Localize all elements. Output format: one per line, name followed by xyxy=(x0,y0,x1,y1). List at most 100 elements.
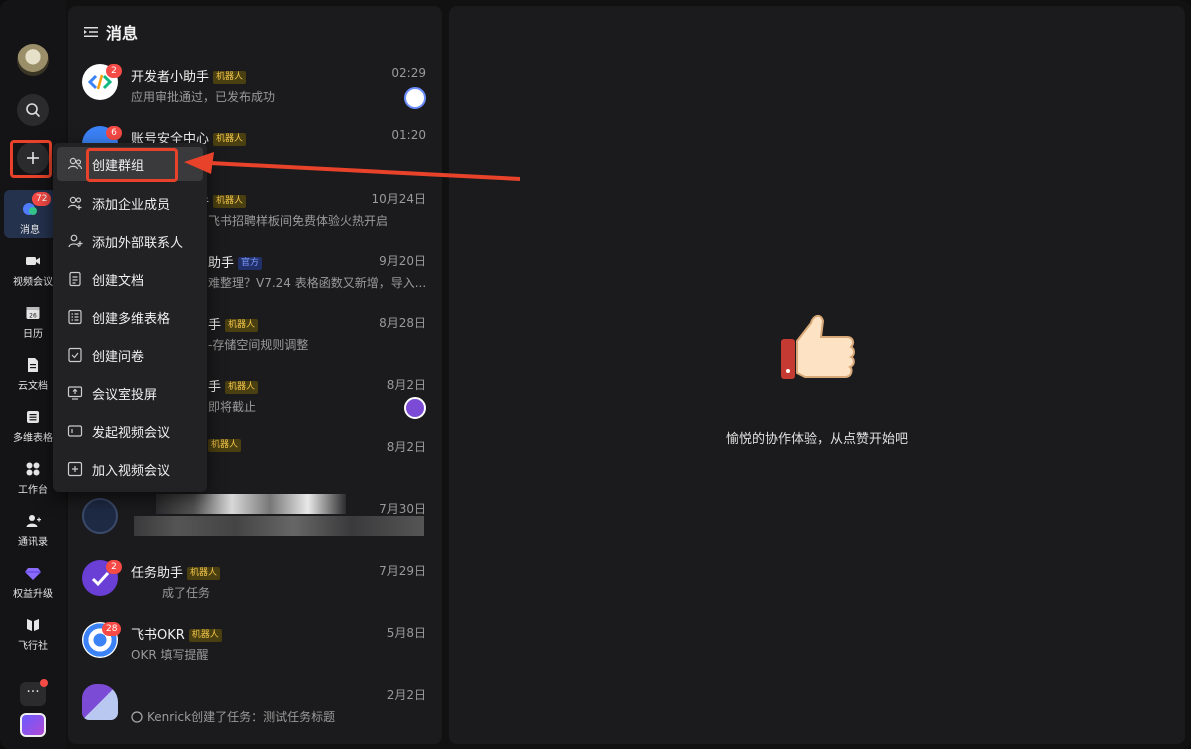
chat-time: 8月2日 xyxy=(386,440,426,454)
chat-name: 任务助手 机器人 xyxy=(131,562,221,581)
chat-preview: 难整理？V7.24 表格函数又新增，导入... xyxy=(208,276,427,290)
menu-item-label: 创建多维表格 xyxy=(92,311,171,327)
rail-item-label: 多维表格 xyxy=(13,433,53,444)
chat-preview: -存储空间规则调整 xyxy=(208,338,309,352)
bot-tag: 机器人 xyxy=(225,381,259,394)
chat-item-kenrick[interactable]: Kenrick创建了任务：测试任务标题 2月2日 xyxy=(68,678,442,740)
unread-badge: 2 xyxy=(106,560,122,574)
calendar-icon: 26 xyxy=(26,307,40,320)
chat-item-task-assistant[interactable]: 2 任务助手 机器人 成了任务 7月29日 xyxy=(68,554,442,616)
rail-item-community[interactable]: 飞行社 xyxy=(0,616,66,652)
create-button-highlight xyxy=(10,140,52,178)
video-camera-icon xyxy=(67,425,83,437)
rail-item-label: 通讯录 xyxy=(18,537,48,548)
rail-item-label: 权益升级 xyxy=(13,589,53,600)
mini-avatar xyxy=(404,87,426,109)
diamond-icon xyxy=(25,568,41,580)
rail-item-contacts[interactable]: 通讯录 xyxy=(0,512,66,548)
form-check-icon xyxy=(68,347,82,363)
chat-item-okr[interactable]: 28 飞书OKR 机器人 OKR 填写提醒 5月8日 xyxy=(68,616,442,678)
rail-item-label: 消息 xyxy=(20,225,40,236)
chat-name: 飞书OKR 机器人 xyxy=(131,624,222,643)
table-icon xyxy=(68,309,82,325)
screen-share-icon xyxy=(67,386,83,400)
menu-item-label: 创建问卷 xyxy=(92,349,145,365)
video-camera-icon xyxy=(26,257,40,265)
app-window: 消息 72 视频会议 26 日历 云文档 多维表格 工作台 通讯录 权益升级 飞… xyxy=(0,0,1191,749)
join-meeting-icon xyxy=(67,461,83,477)
rail-item-label: 工作台 xyxy=(18,485,48,496)
chat-name-text: 任务助手 xyxy=(131,566,184,581)
chat-time: 9月20日 xyxy=(379,254,426,268)
menu-item-create-form[interactable]: 创建问卷 xyxy=(53,338,207,372)
chat-time: 8月2日 xyxy=(386,378,426,392)
main-panel: 愉悦的协作体验，从点赞开始吧 xyxy=(449,6,1185,744)
annotation-arrow xyxy=(184,152,521,181)
chat-name: 机器人 xyxy=(208,438,242,453)
chat-name: 手机器人 xyxy=(208,376,259,395)
unread-badge: 28 xyxy=(102,622,122,636)
chat-time: 8月28日 xyxy=(379,316,426,330)
menu-item-join-video-meeting[interactable]: 加入视频会议 xyxy=(53,452,207,486)
menu-item-create-bitable[interactable]: 创建多维表格 xyxy=(53,300,207,334)
rail-item-label: 飞行社 xyxy=(18,641,48,652)
menu-item-label: 会议室投屏 xyxy=(92,387,158,403)
bot-tag: 机器人 xyxy=(208,439,242,452)
grid-apps-icon xyxy=(26,462,40,476)
menu-item-create-doc[interactable]: 创建文档 xyxy=(53,262,207,296)
chat-preview: OKR 填写提醒 xyxy=(131,648,209,662)
menu-item-add-external-contact[interactable]: 添加外部联系人 xyxy=(53,224,207,258)
create-group-highlight xyxy=(86,148,178,182)
contacts-icon xyxy=(26,515,41,527)
chat-preview: 成了任务 xyxy=(162,586,211,600)
chat-preview: 飞书招聘样板间免费体验火热开启 xyxy=(208,214,389,228)
chat-item-dev-assistant[interactable]: 2 开发者小助手 机器人 应用审批通过，已发布成功 02:29 xyxy=(68,58,442,120)
chat-time: 7月29日 xyxy=(379,564,426,578)
redacted-name xyxy=(156,494,346,514)
menu-item-label: 创建文档 xyxy=(92,273,145,289)
rail-item-label: 日历 xyxy=(23,329,43,340)
app-shortcut-icon[interactable] xyxy=(20,713,46,737)
chat-name-text: 飞书OKR xyxy=(131,628,185,643)
rail-item-messages[interactable]: 消息 72 xyxy=(4,190,56,238)
rail-item-label: 云文档 xyxy=(18,381,48,392)
bot-tag: 机器人 xyxy=(187,567,221,580)
chat-name: 手机器人 xyxy=(208,314,259,333)
menu-item-start-video-meeting[interactable]: 发起视频会议 xyxy=(53,414,207,448)
page-title: 消息 xyxy=(106,24,139,43)
chat-preview-text: Kenrick创建了任务：测试任务标题 xyxy=(147,710,336,724)
bot-tag: 机器人 xyxy=(213,133,247,146)
menu-item-room-share-screen[interactable]: 会议室投屏 xyxy=(53,376,207,410)
thumbs-up-icon[interactable] xyxy=(781,309,857,385)
user-avatar[interactable] xyxy=(17,44,49,76)
chat-item-redacted[interactable]: 7月30日 xyxy=(68,492,442,554)
book-icon xyxy=(27,619,39,631)
notification-dot xyxy=(40,679,48,687)
empty-state-text: 愉悦的协作体验，从点赞开始吧 xyxy=(725,432,908,447)
document-icon xyxy=(69,271,81,287)
chat-preview: Kenrick创建了任务：测试任务标题 xyxy=(131,708,335,725)
chat-name-text: 手 xyxy=(208,318,222,333)
menu-item-label: 添加外部联系人 xyxy=(92,235,184,251)
add-members-icon xyxy=(67,196,82,210)
redacted-preview xyxy=(134,516,424,536)
bot-tag: 机器人 xyxy=(188,629,222,642)
chat-time: 01:20 xyxy=(391,128,426,142)
list-toggle-icon[interactable] xyxy=(84,25,98,39)
chat-preview: 即将截止 xyxy=(208,400,257,414)
bot-tag: 机器人 xyxy=(213,195,247,208)
unread-badge: 2 xyxy=(106,64,122,78)
chat-preview: 应用审批通过，已发布成功 xyxy=(131,90,276,104)
bot-tag: 机器人 xyxy=(225,319,259,332)
menu-item-label: 加入视频会议 xyxy=(92,463,171,479)
search-button[interactable] xyxy=(17,94,49,126)
chat-time: 02:29 xyxy=(391,66,426,80)
add-person-icon xyxy=(68,234,83,248)
bot-tag: 机器人 xyxy=(213,71,247,84)
rail-item-upgrade[interactable]: 权益升级 xyxy=(0,564,66,600)
unread-badge: 6 xyxy=(106,126,122,140)
chat-avatar xyxy=(82,498,118,534)
menu-item-add-member[interactable]: 添加企业成员 xyxy=(53,186,207,220)
table-icon xyxy=(27,411,39,423)
calendar-day-number: 26 xyxy=(29,313,37,320)
